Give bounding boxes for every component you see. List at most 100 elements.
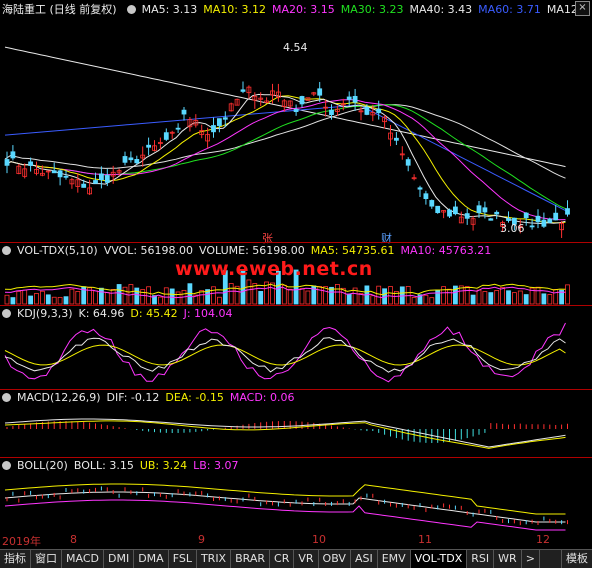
volume-bar [57,296,63,305]
volume-bar [541,293,547,305]
tab-macd[interactable]: MACD [62,550,104,568]
kdj-title: KDJ(9,3,3) [17,307,73,320]
tab-dmi[interactable]: DMI [104,550,135,568]
ma60-line [4,104,566,212]
volume-bar [104,292,110,305]
volume-bar [140,289,146,305]
volume-bar [110,289,116,305]
kdj-d-line [4,344,566,366]
tab-brar[interactable]: BRAR [231,550,271,568]
candle-body [565,208,570,215]
volume-bar [163,287,169,305]
ma5-line [4,93,566,225]
candle-body [99,173,104,181]
tab-trix[interactable]: TRIX [197,550,232,568]
candle-body [405,159,411,166]
tab-vol-tdx[interactable]: VOL-TDX [410,550,468,568]
volume-bar [435,289,441,305]
volume-bar [211,286,216,305]
volume-bar [10,297,16,305]
candle-body [104,175,110,183]
candle-body [10,151,16,159]
candle-body [122,156,128,163]
tab-window[interactable]: 窗口 [31,550,62,568]
tab-indicator[interactable]: 指标 [0,550,31,568]
candle-body [146,144,152,148]
candle-body [523,212,529,219]
volume-bar [500,287,506,305]
candle-body [57,170,63,178]
tab-wr[interactable]: WR [494,550,522,568]
candle-body [417,187,423,190]
tab-vr[interactable]: VR [294,550,319,568]
volume-bar [535,286,541,305]
indicator-dot-icon[interactable] [2,393,11,402]
volume-bar [22,289,28,305]
candle-body [352,95,358,103]
candle-body [464,213,470,219]
ma-legend-item: MA10: 3.12 [203,3,267,16]
volume-bar [423,294,429,305]
ma20-line [4,99,566,221]
ma-legend-item: MA12 [546,3,578,16]
indicator-dot-icon[interactable] [2,309,11,318]
candle-body [447,209,452,217]
candle-body [364,106,370,115]
boll-mid-value: BOLL: 3.15 [73,459,134,472]
volume-bar [258,291,264,305]
candle-body [553,212,559,221]
candle-body [435,205,441,214]
tab-obv[interactable]: OBV [319,550,351,568]
candle-body [423,193,429,200]
candle-body [506,218,511,221]
candle-body [211,125,216,133]
time-label: 12 [536,533,550,546]
volume-bar [370,295,376,305]
boll-chart[interactable] [0,474,592,532]
kdj-chart[interactable] [0,321,592,389]
watermark: www.eweb.net.cn [175,258,373,280]
volume-bar [565,284,570,305]
ma-legend-item: MA40: 3.43 [409,3,473,16]
candle-body [163,132,169,140]
tab-cr[interactable]: CR [270,550,295,568]
macd-chart[interactable] [0,405,592,457]
volume-bar [512,292,517,305]
kdj-header: KDJ(9,3,3) K: 64.96 D: 45.42 J: 104.04 [2,306,239,321]
volume-bar [169,288,175,305]
indicator-tab-bar: 指标 窗口 MACD DMI DMA FSL TRIX BRAR CR VR O… [0,549,592,568]
tab-emv[interactable]: EMV [378,550,411,568]
candle-body [181,109,187,115]
tab-fsl[interactable]: FSL [169,550,197,568]
volume-bar [28,295,34,305]
candle-body [216,118,222,126]
time-label: 11 [418,533,432,546]
boll-ub-line [4,483,566,515]
volume-bar [134,287,140,305]
candle-body [541,219,547,227]
tab-more-arrow[interactable]: > [522,550,540,568]
indicator-dot-icon[interactable] [2,246,11,255]
tab-rsi[interactable]: RSI [467,550,495,568]
ma-legend-item: MA5: 3.13 [141,3,198,16]
boll-lb-value: LB: 3.07 [193,459,239,472]
kdj-d-value: D: 45.42 [130,307,178,320]
close-button[interactable]: × [575,1,590,16]
candle-body [494,211,500,215]
vol-ma5-value: MA5: 54735.61 [310,244,395,257]
kdj-j-line [4,322,566,383]
candle-body [329,109,334,116]
volume-bar [323,286,329,305]
volume-bar [116,284,122,305]
kdj-k-line [4,337,566,373]
tab-asi[interactable]: ASI [351,550,378,568]
tab-template[interactable]: 模板 [561,550,592,568]
candle-body [393,137,399,141]
tab-dma[interactable]: DMA [134,550,169,568]
volume-bar [69,288,75,305]
indicator-dot-icon[interactable] [2,461,11,470]
volume-bar [476,289,482,305]
volume-bar [51,296,57,305]
volume-bar [488,292,494,305]
indicator-dot-icon[interactable] [126,5,136,14]
